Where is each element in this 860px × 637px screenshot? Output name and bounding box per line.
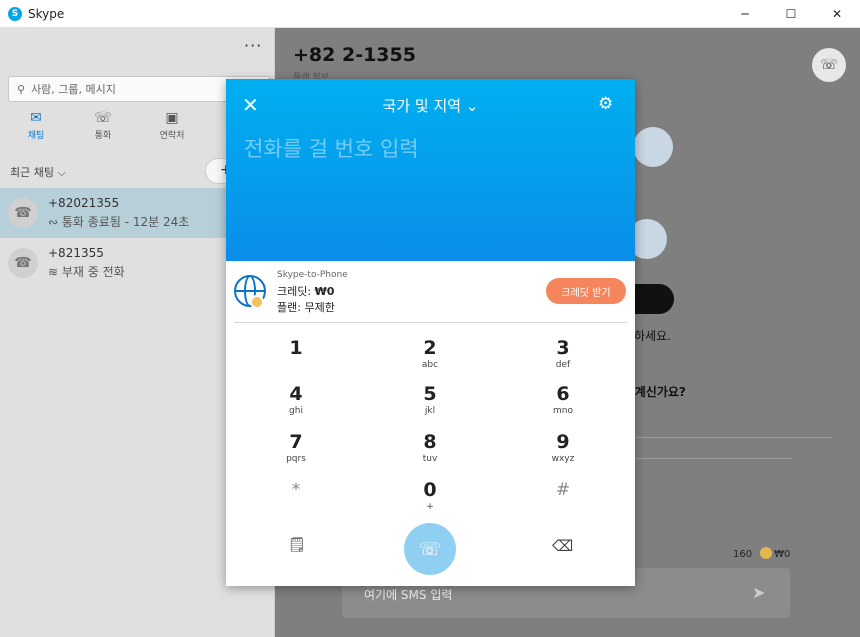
coin-icon (250, 295, 264, 309)
chat-name: +821355 (48, 246, 104, 260)
number-input[interactable]: 전화를 걸 번호 입력 (244, 133, 419, 163)
contacts-icon: ▣ (165, 110, 179, 126)
divider (634, 458, 792, 459)
key-4[interactable]: 4 ghi (256, 383, 336, 427)
product-name: Skype-to-Phone (277, 270, 348, 280)
credit-value: ₩0 (314, 285, 335, 298)
key-letters: tuv (422, 454, 438, 464)
key-digit: 0 (423, 479, 437, 501)
phone-icon: ☏ (94, 110, 112, 126)
char-count: 160 (733, 549, 753, 560)
tab-chats[interactable]: ✉ 채팅 (11, 110, 61, 141)
credit-line: 크레딧: ₩0 (277, 283, 334, 299)
key-letters: mno (553, 406, 573, 416)
key-8[interactable]: 8 tuv (390, 431, 470, 475)
plan-value: 무제한 (304, 301, 335, 314)
contacts-book-icon[interactable]: 🗒 (288, 537, 306, 553)
dial-pad-dialog: ✕ 국가 및 지역 ⌄ ⚙ 전화를 걸 번호 입력 Skype-to-Phone… (226, 79, 635, 586)
key-digit: * (291, 480, 301, 500)
chevron-down-icon: ⌄ (465, 97, 479, 115)
key-0[interactable]: 0 + (390, 479, 470, 523)
chat-status: 부재 중 전화 (61, 265, 125, 279)
key-5[interactable]: 5 jkl (390, 383, 470, 427)
divider (234, 322, 627, 323)
key-6[interactable]: 6 mno (523, 383, 603, 427)
close-window-button[interactable]: ✕ (814, 0, 860, 28)
contact-avatar (633, 127, 673, 167)
key-digit: # (555, 480, 571, 500)
key-letters: wxyz (551, 454, 575, 464)
key-digit: 9 (556, 431, 570, 453)
key-2[interactable]: 2 abc (390, 337, 470, 381)
key-digit: 7 (289, 431, 303, 453)
key-digit: 1 (289, 337, 303, 359)
tab-contacts[interactable]: ▣ 연락처 (147, 110, 197, 141)
key-hash[interactable]: # (523, 479, 603, 523)
key-letters: def (555, 360, 571, 370)
chat-status: 통화 종료됨 - 12분 24초 (61, 215, 190, 229)
recent-chats-dropdown[interactable]: 최근 채팅 ⌵ (10, 164, 66, 180)
skype-logo-icon: S (8, 6, 22, 21)
key-letters: jkl (424, 406, 436, 416)
key-letters: ghi (289, 406, 303, 416)
window-title: Skype (28, 6, 65, 21)
plan-line: 플랜: 무제한 (277, 299, 335, 315)
plan-label: 플랜: (277, 301, 305, 314)
backspace-icon[interactable]: ⌫ (552, 537, 573, 555)
dial-pad-button[interactable]: ☏ (812, 48, 846, 82)
key-9[interactable]: 9 wxyz (523, 431, 603, 475)
country-selector[interactable]: 국가 및 지역 ⌄ (226, 95, 635, 116)
divider (634, 437, 832, 438)
minimize-button[interactable]: ─ (722, 0, 768, 28)
key-digit: 4 (289, 383, 303, 405)
search-icon: ⚲ (17, 82, 26, 96)
search-placeholder: 사람, 그룹, 메시지 (31, 83, 116, 96)
credit-amount: ₩0 (774, 549, 791, 560)
key-3[interactable]: 3 def (523, 337, 603, 381)
gear-icon[interactable]: ⚙ (598, 94, 613, 114)
key-digit: 2 (423, 337, 437, 359)
dialer-header: ✕ 국가 및 지역 ⌄ ⚙ 전화를 걸 번호 입력 (226, 79, 635, 261)
get-credit-button[interactable]: 크레딧 받기 (546, 278, 626, 304)
country-label: 국가 및 지역 (382, 97, 462, 115)
key-letters: abc (421, 360, 439, 370)
tab-chats-label: 채팅 (27, 131, 45, 141)
sms-counter: 160 ₩0 (733, 547, 790, 560)
send-icon[interactable]: ➤ (752, 583, 765, 602)
missed-call-icon: ≋ (48, 265, 62, 279)
title-bar: S Skype ─ ☐ ✕ (0, 0, 860, 28)
key-1[interactable]: 1 (256, 337, 336, 381)
maximize-button[interactable]: ☐ (768, 0, 814, 28)
key-letters: pqrs (286, 454, 306, 464)
phone-avatar-icon: ☎ (8, 198, 38, 228)
tab-calls-label: 통화 (94, 131, 112, 141)
key-digit: 5 (423, 383, 437, 405)
tab-calls[interactable]: ☏ 통화 (78, 110, 128, 141)
phone-icon: ☏ (418, 538, 442, 559)
plan-info: Skype-to-Phone 크레딧: ₩0 플랜: 무제한 크레딧 받기 (226, 261, 635, 323)
conversation-title: +82 2-1355 (293, 44, 416, 66)
key-digit: 6 (556, 383, 570, 405)
background-button (634, 284, 674, 314)
key-7[interactable]: 7 pqrs (256, 431, 336, 475)
chat-name: +82021355 (48, 196, 120, 210)
key-star[interactable]: * (256, 479, 336, 523)
tab-contacts-label: 연락처 (159, 131, 185, 141)
call-button[interactable]: ☏ (404, 523, 456, 575)
coin-icon (760, 547, 773, 559)
chat-icon: ✉ (30, 110, 42, 126)
phone-avatar-icon: ☎ (8, 248, 38, 278)
credit-label: 크레딧: (277, 285, 315, 298)
call-ended-icon: ∾ (48, 215, 62, 229)
key-digit: 8 (423, 431, 437, 453)
more-options-button[interactable]: ··· (244, 36, 262, 55)
key-letters: + (426, 502, 434, 512)
key-digit: 3 (556, 337, 570, 359)
background-text: 하세요. (634, 329, 671, 343)
